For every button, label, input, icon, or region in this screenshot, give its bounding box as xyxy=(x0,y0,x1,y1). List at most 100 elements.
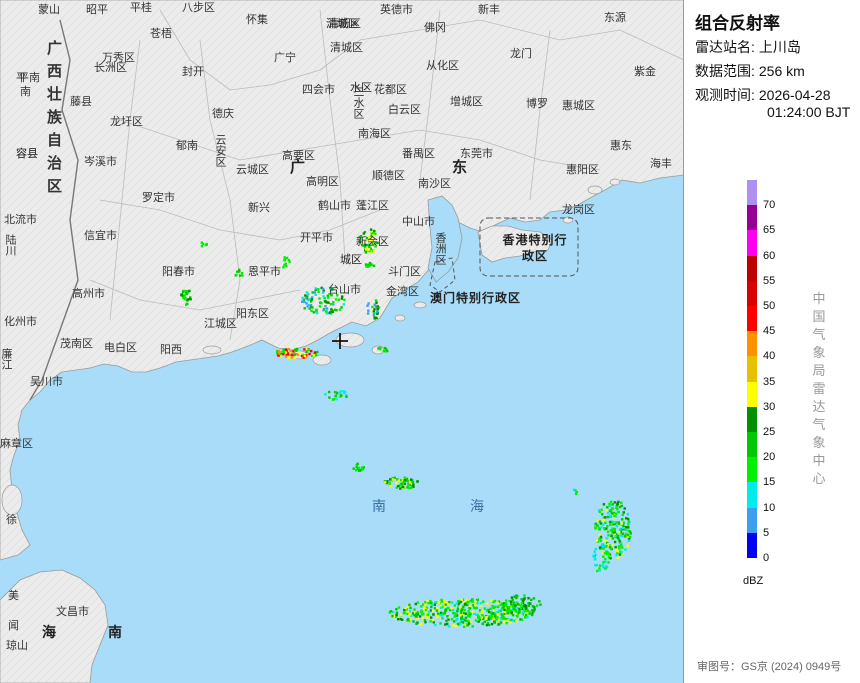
map-canvas xyxy=(0,0,683,683)
echo-pixel xyxy=(340,390,343,393)
echo-pixel xyxy=(451,601,454,604)
echo-pixel xyxy=(598,569,602,572)
legend-tick-label: 35 xyxy=(763,375,776,388)
legend-unit: dBZ xyxy=(743,575,764,587)
echo-pixel xyxy=(620,522,623,525)
echo-pixel xyxy=(593,550,596,553)
echo-pixel xyxy=(322,287,325,291)
echo-pixel xyxy=(303,307,306,310)
echo-pixel xyxy=(472,606,476,609)
echo-pixel xyxy=(598,520,602,523)
echo-pixel xyxy=(423,603,427,607)
echo-pixel xyxy=(485,616,488,619)
echo-pixel xyxy=(285,265,288,268)
echo-pixel xyxy=(327,390,331,394)
echo-pixel xyxy=(604,516,607,519)
echo-pixel xyxy=(617,522,621,525)
echo-pixel xyxy=(526,616,529,619)
echo-pixel xyxy=(407,618,410,621)
echo-pixel xyxy=(523,597,526,600)
echo-pixel xyxy=(459,613,462,617)
echo-pixel xyxy=(367,309,370,312)
echo-pixel xyxy=(320,302,323,305)
echo-pixel xyxy=(200,241,203,244)
echo-pixel xyxy=(609,514,612,518)
echo-pixel xyxy=(331,310,334,313)
echo-pixel xyxy=(618,528,622,531)
echo-pixel xyxy=(621,546,624,549)
echo-pixel xyxy=(340,306,343,309)
echo-pixel xyxy=(236,270,239,273)
echo-pixel xyxy=(421,612,424,615)
echo-pixel xyxy=(287,258,290,262)
echo-pixel xyxy=(431,603,434,607)
echo-pixel xyxy=(479,602,483,605)
echo-pixel xyxy=(405,477,409,481)
echo-pixel xyxy=(363,245,367,249)
echo-pixel xyxy=(332,301,335,304)
echo-pixel xyxy=(309,304,313,307)
echo-pixel xyxy=(476,602,479,605)
legend-swatch xyxy=(747,230,757,256)
echo-pixel xyxy=(372,264,376,267)
echo-pixel xyxy=(355,468,358,472)
echo-pixel xyxy=(369,228,373,231)
echo-pixel xyxy=(240,271,244,275)
echo-pixel xyxy=(510,596,514,599)
echo-pixel xyxy=(464,612,467,615)
echo-pixel xyxy=(502,605,505,608)
echo-pixel xyxy=(357,466,361,470)
radar-map[interactable]: 蒙山 昭平 平桂 八步区 怀集 清新区 英德市 新丰 东源 苍梧 万秀区 长洲区 封开 广宁 清城区 佛冈 从化… xyxy=(0,0,684,683)
echo-pixel xyxy=(304,294,307,297)
echo-pixel xyxy=(301,300,304,303)
echo-pixel xyxy=(530,598,533,601)
echo-pixel xyxy=(317,288,320,291)
echo-pixel xyxy=(296,353,300,357)
echo-pixel xyxy=(367,312,370,315)
legend-swatch xyxy=(747,432,757,458)
echo-pixel xyxy=(303,300,306,304)
legend-swatch xyxy=(747,331,757,357)
echo-pixel xyxy=(483,620,486,623)
echo-pixel xyxy=(421,616,425,619)
echo-pixel xyxy=(626,544,629,547)
echo-pixel xyxy=(313,291,316,294)
echo-pixel xyxy=(615,548,618,551)
legend-tick-label: 70 xyxy=(763,199,776,212)
echo-pixel xyxy=(602,561,605,564)
echo-pixel xyxy=(397,479,400,482)
legend-swatch xyxy=(747,255,757,281)
echo-pixel xyxy=(315,311,319,315)
reflectivity-legend-bar xyxy=(747,180,757,558)
legend-tick-label: 40 xyxy=(763,350,776,363)
echo-pixel xyxy=(452,624,455,627)
echo-pixel xyxy=(434,623,437,627)
echo-pixel xyxy=(464,616,467,620)
echo-pixel xyxy=(429,609,433,612)
echo-pixel xyxy=(517,603,520,606)
echo-pixel xyxy=(290,353,293,357)
echo-pixel xyxy=(447,625,451,628)
echo-pixel xyxy=(368,239,371,242)
echo-pixel xyxy=(411,481,415,484)
station-label: 雷达站名: xyxy=(695,39,755,55)
echo-pixel xyxy=(352,467,355,470)
echo-pixel xyxy=(503,608,506,611)
echo-pixel xyxy=(314,293,317,296)
echo-pixel xyxy=(488,623,491,627)
echo-pixel xyxy=(314,309,318,312)
echo-pixel xyxy=(538,600,541,603)
echo-pixel xyxy=(515,610,518,613)
echo-pixel xyxy=(373,312,376,315)
echo-pixel xyxy=(420,622,423,625)
echo-pixel xyxy=(511,619,514,622)
echo-pixel xyxy=(376,305,379,308)
echo-pixel xyxy=(436,615,439,619)
echo-pixel xyxy=(312,311,315,314)
echo-pixel xyxy=(356,462,359,465)
echo-pixel xyxy=(340,297,344,300)
echo-pixel xyxy=(366,304,369,307)
echo-pixel xyxy=(200,245,204,248)
echo-pixel xyxy=(180,293,183,296)
echo-pixel xyxy=(310,298,314,301)
